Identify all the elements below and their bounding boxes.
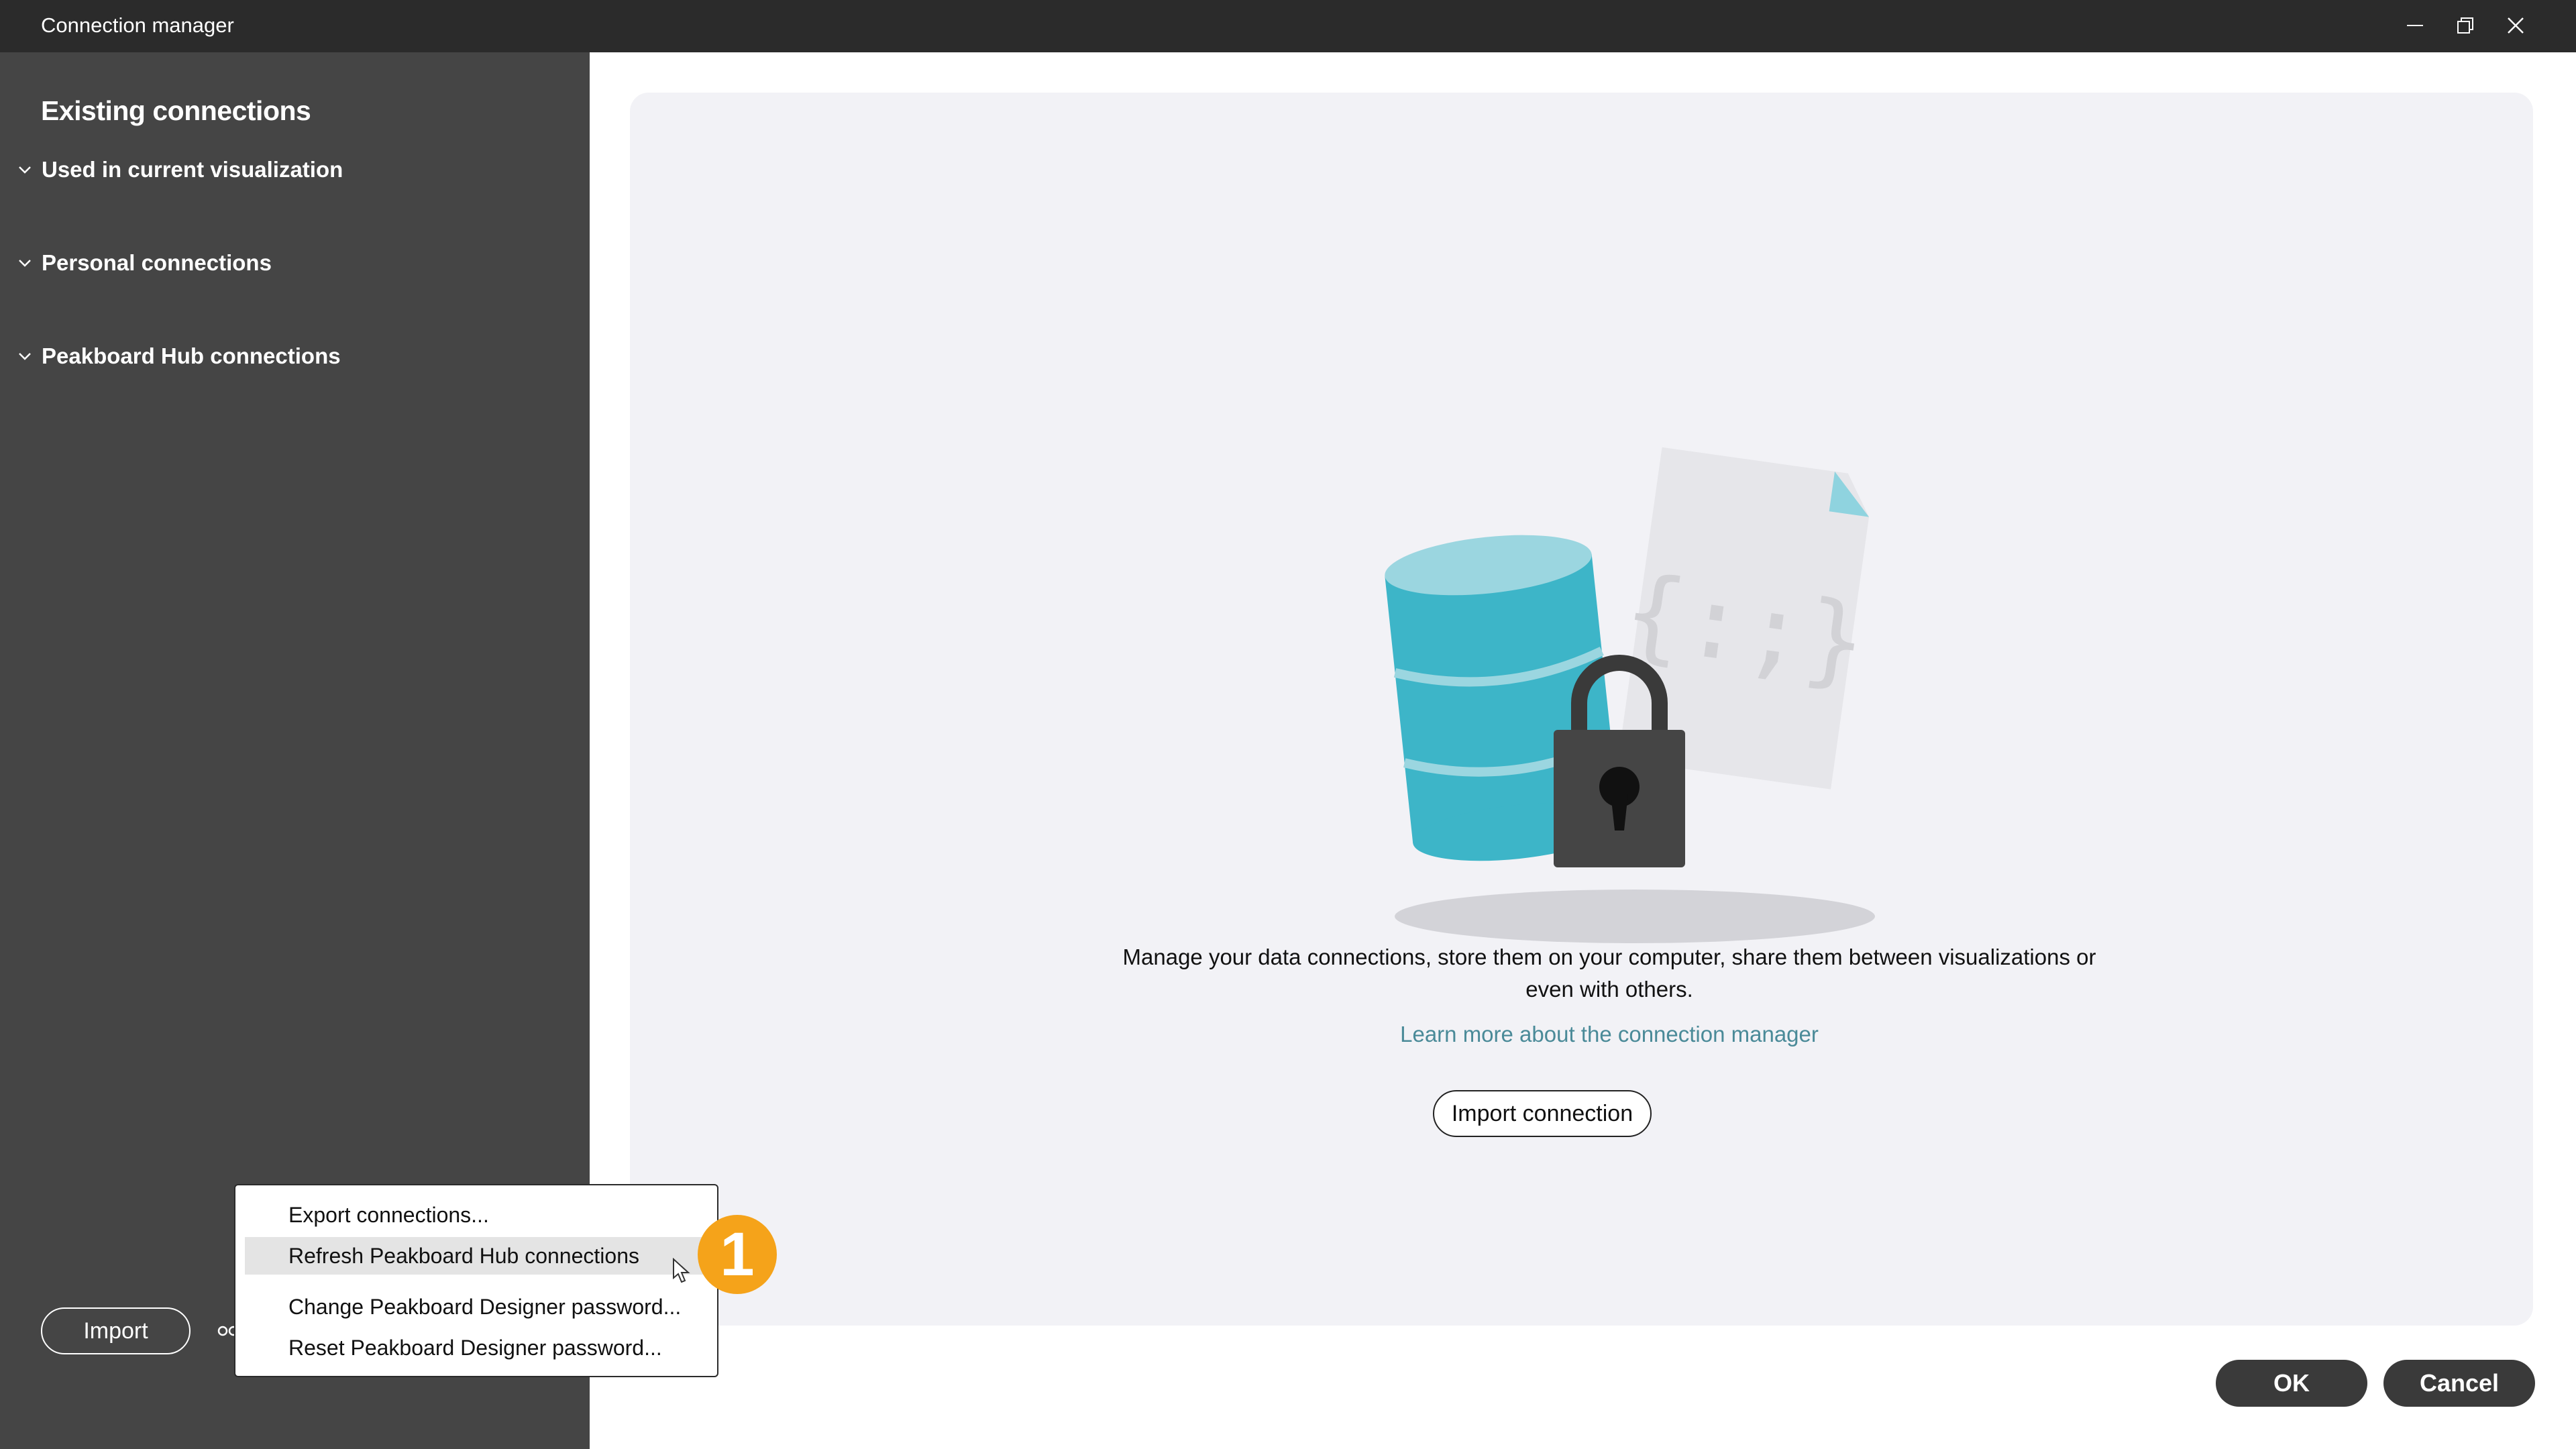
menu-item-refresh-hub-connections[interactable]: Refresh Peakboard Hub connections: [245, 1237, 708, 1275]
empty-state-description: Manage your data connections, store them…: [1122, 945, 2096, 1002]
close-icon: [2508, 17, 2524, 34]
chevron-down-icon: [15, 160, 35, 180]
chevron-down-icon: [15, 346, 35, 366]
window-title: Connection manager: [41, 13, 234, 37]
group-label: Personal connections: [42, 250, 272, 275]
group-personal-connections[interactable]: Personal connections: [15, 246, 272, 280]
minimize-icon: [2407, 25, 2423, 26]
chevron-down-icon: [15, 253, 35, 273]
more-options-menu: Export connections... Refresh Peakboard …: [234, 1184, 718, 1377]
menu-item-change-password[interactable]: Change Peakboard Designer password...: [245, 1288, 708, 1326]
restore-button[interactable]: [2445, 8, 2485, 43]
mouse-pointer-icon: [673, 1258, 690, 1283]
ok-button[interactable]: OK: [2216, 1360, 2367, 1407]
group-used-in-current-visualization[interactable]: Used in current visualization: [15, 153, 343, 186]
sidebar-heading: Existing connections: [41, 95, 311, 126]
main-area: {:;} Manage your data connections, store…: [590, 52, 2576, 1449]
database-lock-illustration: {:;}: [1385, 447, 1875, 943]
close-button[interactable]: [2496, 8, 2536, 43]
step-number-badge: 1: [698, 1215, 777, 1294]
minimize-button[interactable]: [2395, 8, 2435, 43]
group-label: Peakboard Hub connections: [42, 343, 341, 368]
menu-item-reset-password[interactable]: Reset Peakboard Designer password...: [245, 1329, 708, 1366]
learn-more-link[interactable]: Learn more about the connection manager: [1113, 1022, 2106, 1047]
restore-icon: [2457, 17, 2473, 34]
import-button[interactable]: Import: [41, 1307, 191, 1354]
menu-item-export-connections[interactable]: Export connections...: [245, 1196, 708, 1234]
group-peakboard-hub-connections[interactable]: Peakboard Hub connections: [15, 339, 341, 373]
empty-state-panel: {:;} Manage your data connections, store…: [630, 93, 2533, 1326]
cancel-button[interactable]: Cancel: [2383, 1360, 2535, 1407]
group-label: Used in current visualization: [42, 157, 343, 182]
title-bar: Connection manager: [0, 0, 2576, 52]
import-connection-button[interactable]: Import connection: [1433, 1090, 1652, 1137]
connection-manager-window: Connection manager Existing connections …: [0, 0, 2576, 1449]
